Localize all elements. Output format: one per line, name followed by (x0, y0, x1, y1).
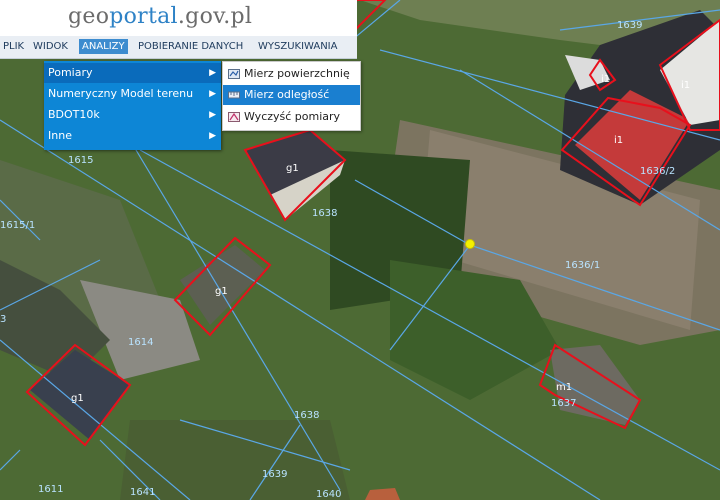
building-label: m1 (556, 382, 572, 393)
parcel-number: 1639 (262, 469, 287, 480)
analizy-dropdown: Pomiary ▶ Numeryczny Model terenu ▶ BDOT… (44, 61, 221, 150)
logo-highlight: portal (109, 4, 178, 29)
menu-item-label: Mierz powierzchnię (244, 67, 350, 80)
menu-item-label: Mierz odległość (244, 88, 330, 101)
menu-item-mierz-odleglosc[interactable]: Mierz odległość (223, 85, 360, 105)
menu-pobieranie-danych[interactable]: POBIERANIE DANYCH (135, 39, 246, 54)
building-label: g1 (71, 393, 84, 404)
building-label: i1 (614, 135, 623, 146)
building-label: g1 (215, 286, 228, 297)
submenu-arrow-icon: ▶ (209, 110, 216, 120)
parcel-number: 1636/2 (640, 166, 675, 177)
menu-item-wyczysc-pomiary[interactable]: Wyczyść pomiary (223, 107, 360, 127)
parcel-number: 1615 (68, 155, 93, 166)
menu-item-numeryczny-model-terenu[interactable]: Numeryczny Model terenu ▶ (44, 84, 221, 104)
clear-measurements-icon (228, 112, 240, 122)
submenu-arrow-icon: ▶ (209, 68, 216, 78)
parcel-number: 1640 (316, 489, 341, 500)
building-label: g1 (286, 163, 299, 174)
menu-item-bdot10k[interactable]: BDOT10k ▶ (44, 105, 221, 125)
menu-item-label: BDOT10k (48, 108, 100, 121)
parcel-number: 3 (0, 314, 6, 325)
parcel-number: 1641 (130, 487, 155, 498)
menu-analizy[interactable]: ANALIZY (79, 39, 128, 54)
menu-item-pomiary[interactable]: Pomiary ▶ (44, 63, 221, 83)
menu-item-label: Wyczyść pomiary (244, 110, 341, 123)
menu-item-label: Inne (48, 129, 72, 142)
submenu-arrow-icon: ▶ (209, 131, 216, 141)
menu-widok[interactable]: WIDOK (30, 39, 71, 54)
parcel-number: 1636/1 (565, 260, 600, 271)
parcel-number: 1614 (128, 337, 153, 348)
building-label: i1 (601, 74, 610, 85)
main-menubar: PLIK WIDOK ANALIZY POBIERANIE DANYCH WYS… (0, 36, 357, 59)
menu-item-mierz-powierzchnie[interactable]: Mierz powierzchnię (223, 64, 360, 84)
parcel-number: 1637 (551, 398, 576, 409)
menu-item-label: Numeryczny Model terenu (48, 87, 194, 100)
measurement-marker[interactable] (465, 239, 475, 249)
menu-item-inne[interactable]: Inne ▶ (44, 126, 221, 146)
pomiary-submenu: Mierz powierzchnię Mierz odległość Wyczy… (222, 61, 361, 131)
menu-plik[interactable]: PLIK (0, 39, 27, 54)
measure-distance-icon (228, 91, 240, 99)
parcel-number: 1639 (617, 20, 642, 31)
parcel-number: 1611 (38, 484, 63, 495)
parcel-number: 1638 (312, 208, 337, 219)
header-logo-bar: geoportal.gov.pl (0, 0, 357, 36)
geoportal-logo[interactable]: geoportal.gov.pl (68, 4, 252, 29)
menu-wyszukiwania[interactable]: WYSZUKIWANIA (255, 39, 340, 54)
parcel-number: 1615/1 (0, 220, 35, 231)
submenu-arrow-icon: ▶ (209, 89, 216, 99)
logo-prefix: geo (68, 4, 110, 29)
menu-item-label: Pomiary (48, 66, 93, 79)
parcel-number: 1638 (294, 410, 319, 421)
logo-suffix: .gov.pl (177, 4, 253, 29)
measure-area-icon (228, 69, 240, 79)
building-label: i1 (681, 80, 690, 91)
